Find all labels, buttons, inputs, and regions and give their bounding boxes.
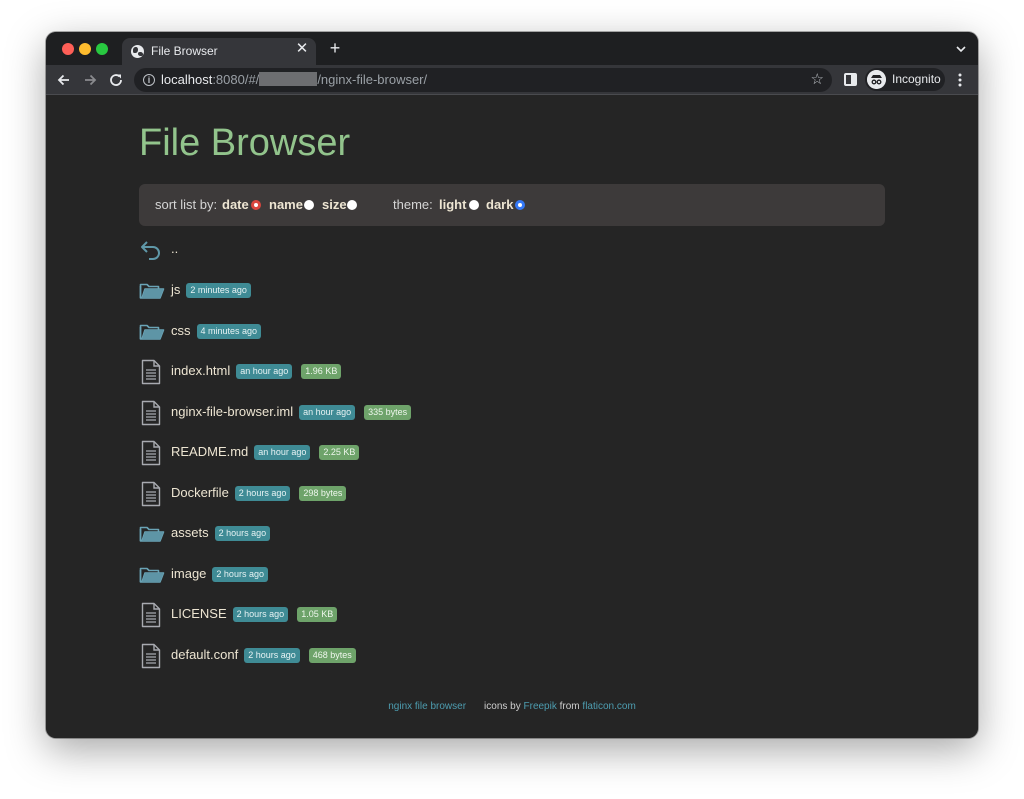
parent-directory-label: .. — [171, 241, 179, 256]
file-icon — [141, 602, 161, 628]
folder-icon — [139, 567, 165, 583]
entry-name[interactable]: css 4 minutes ago — [171, 323, 262, 339]
folder-entry[interactable]: css 4 minutes ago — [139, 319, 739, 345]
sort-option-date-label[interactable]: date — [222, 197, 249, 212]
theme-dark-radio[interactable] — [515, 200, 525, 210]
entry-name[interactable]: assets 2 hours ago — [171, 525, 271, 541]
redacted-segment — [259, 72, 318, 86]
url-port-path: :8080/#/ — [212, 72, 260, 87]
entry-name[interactable]: README.md an hour ago 2.25 KB — [171, 444, 360, 460]
entry-name[interactable]: index.html an hour ago 1.96 KB — [171, 363, 342, 379]
file-icon — [141, 440, 161, 466]
modified-time-badge: an hour ago — [254, 445, 311, 460]
browser-window: File Browser ✕ + i localhost:8080/#/ /ngi… — [46, 32, 978, 738]
freepik-link[interactable]: Freepik — [524, 701, 557, 712]
incognito-label: Incognito — [892, 72, 941, 86]
url-path: /nginx-file-browser/ — [317, 72, 428, 87]
app-link[interactable]: nginx file browser — [388, 701, 466, 712]
zoom-window-button[interactable] — [96, 43, 108, 55]
file-entry[interactable]: nginx-file-browser.iml an hour ago 335 byt… — [139, 400, 739, 426]
page-title: File Browser — [139, 122, 351, 164]
folder-icon — [139, 526, 165, 542]
theme-option-light-label[interactable]: light — [439, 197, 466, 212]
modified-time-badge: 2 hours ago — [212, 566, 268, 582]
entry-name[interactable]: Dockerfile 2 hours ago 298 bytes — [171, 485, 347, 501]
file-size-badge: 1.96 KB — [301, 364, 342, 379]
parent-directory-link[interactable]: .. — [139, 237, 739, 263]
url-host: localhost — [161, 72, 213, 87]
sort-date-radio[interactable] — [251, 200, 261, 210]
controls-bar: sort list by: date name size theme: ligh… — [139, 184, 885, 226]
globe-icon — [131, 45, 144, 58]
file-icon — [141, 643, 161, 668]
entry-name[interactable]: nginx-file-browser.iml an hour ago 335 byt… — [171, 404, 412, 420]
side-panel-icon[interactable] — [844, 73, 857, 86]
entry-name[interactable]: default.conf 2 hours ago 468 bytes — [171, 647, 356, 663]
forward-arrow-icon[interactable] — [81, 71, 99, 89]
tab-bar: File Browser ✕ + — [46, 32, 978, 65]
icons-by-text: icons by — [484, 701, 521, 712]
file-entry[interactable]: README.md an hour ago 2.25 KB — [139, 440, 739, 466]
folder-icon — [139, 324, 165, 340]
file-entry[interactable]: default.conf 2 hours ago 468 bytes — [139, 643, 739, 669]
more-menu-icon[interactable] — [957, 72, 963, 88]
incognito-icon — [867, 70, 886, 89]
theme-option-dark-label[interactable]: dark — [486, 197, 513, 212]
entry-name[interactable]: image 2 hours ago — [171, 566, 268, 582]
modified-time-badge: 2 minutes ago — [186, 283, 251, 298]
info-icon[interactable]: i — [143, 74, 155, 86]
file-icon — [141, 481, 161, 506]
from-text: from — [559, 701, 580, 712]
modified-time-badge: 4 minutes ago — [196, 323, 262, 339]
tab-file-browser[interactable]: File Browser ✕ — [122, 38, 316, 65]
close-window-button[interactable] — [62, 43, 74, 55]
page-content: File Browser sort list by: date name siz… — [46, 96, 978, 738]
tab-title: File Browser — [151, 44, 218, 58]
sort-name-radio[interactable] — [304, 200, 314, 210]
folder-icon — [139, 283, 165, 299]
tab-close-icon[interactable]: ✕ — [294, 41, 310, 57]
file-icon — [141, 359, 161, 385]
modified-time-badge: 2 hours ago — [232, 607, 289, 622]
url-text: localhost:8080/#/ /nginx-file-browser/ — [161, 72, 427, 87]
sort-option-size-label[interactable]: size — [322, 197, 347, 212]
address-bar[interactable]: i localhost:8080/#//nginx-file-browser/ … — [134, 68, 832, 92]
theme-light-radio[interactable] — [469, 200, 479, 210]
new-tab-button[interactable]: + — [326, 39, 344, 57]
file-entry[interactable]: index.html an hour ago 1.96 KB — [139, 359, 739, 385]
back-arrow-icon — [141, 241, 160, 260]
back-arrow-icon[interactable] — [55, 71, 73, 89]
modified-time-badge: 2 hours ago — [234, 485, 291, 501]
footer: nginx file browser icons by Freepik from … — [46, 701, 978, 712]
folder-entry[interactable]: js 2 minutes ago — [139, 278, 739, 304]
minimize-window-button[interactable] — [79, 43, 91, 55]
file-entry[interactable]: LICENSE 2 hours ago 1.05 KB — [139, 602, 739, 628]
file-size-badge: 1.05 KB — [297, 607, 338, 622]
modified-time-badge: 2 hours ago — [244, 647, 300, 663]
file-size-badge: 2.25 KB — [319, 445, 360, 460]
reload-icon[interactable] — [107, 71, 125, 89]
folder-entry[interactable]: image 2 hours ago — [139, 562, 739, 588]
incognito-profile-button[interactable]: Incognito — [865, 68, 945, 91]
file-entry[interactable]: Dockerfile 2 hours ago 298 bytes — [139, 481, 739, 507]
entry-name[interactable]: LICENSE 2 hours ago 1.05 KB — [171, 606, 338, 622]
sort-option-name-label[interactable]: name — [269, 197, 303, 212]
chevron-down-icon[interactable] — [954, 42, 968, 56]
modified-time-badge: an hour ago — [299, 404, 356, 420]
theme-label: theme: — [393, 197, 433, 212]
folder-entry[interactable]: assets 2 hours ago — [139, 521, 739, 547]
modified-time-badge: 2 hours ago — [214, 526, 271, 541]
file-size-badge: 298 bytes — [299, 485, 347, 501]
entry-name[interactable]: js 2 minutes ago — [171, 282, 251, 298]
file-size-badge: 468 bytes — [308, 647, 356, 663]
sort-label: sort list by: — [155, 197, 218, 212]
flaticon-link[interactable]: flaticon.com — [582, 701, 635, 712]
sort-size-radio[interactable] — [347, 200, 357, 210]
bookmark-star-icon[interactable]: ☆ — [811, 71, 824, 89]
file-size-badge: 335 bytes — [364, 404, 412, 420]
modified-time-badge: an hour ago — [236, 364, 293, 379]
browser-toolbar: i localhost:8080/#//nginx-file-browser/ … — [46, 65, 978, 95]
file-icon — [141, 400, 161, 425]
